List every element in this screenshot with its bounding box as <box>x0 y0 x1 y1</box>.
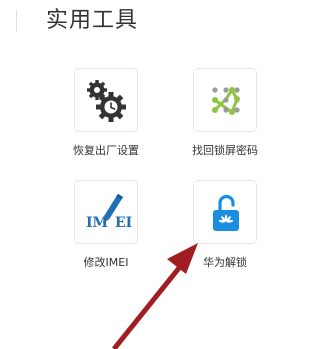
imei-icon-right-text: EI <box>115 215 132 231</box>
imei-edit-icon: IM EI <box>86 193 132 231</box>
huawei-unlock-label: 华为解锁 <box>203 256 247 269</box>
recover-lock-password-button[interactable] <box>193 68 257 132</box>
modify-imei-button[interactable]: IM EI <box>74 180 138 244</box>
page-title: 实用工具 <box>46 8 139 33</box>
gears-reset-icon <box>87 80 126 122</box>
factory-reset-label: 恢复出厂设置 <box>73 144 139 157</box>
modify-imei-label: 修改IMEI <box>83 256 129 269</box>
header-divider <box>16 10 17 32</box>
huawei-unlock-icon <box>213 194 239 231</box>
annotation-arrow <box>112 243 198 349</box>
pattern-lock-icon <box>212 87 240 115</box>
factory-reset-button[interactable] <box>74 68 138 132</box>
huawei-unlock-button[interactable] <box>193 180 257 244</box>
recover-lock-password-label: 找回锁屏密码 <box>192 144 258 157</box>
